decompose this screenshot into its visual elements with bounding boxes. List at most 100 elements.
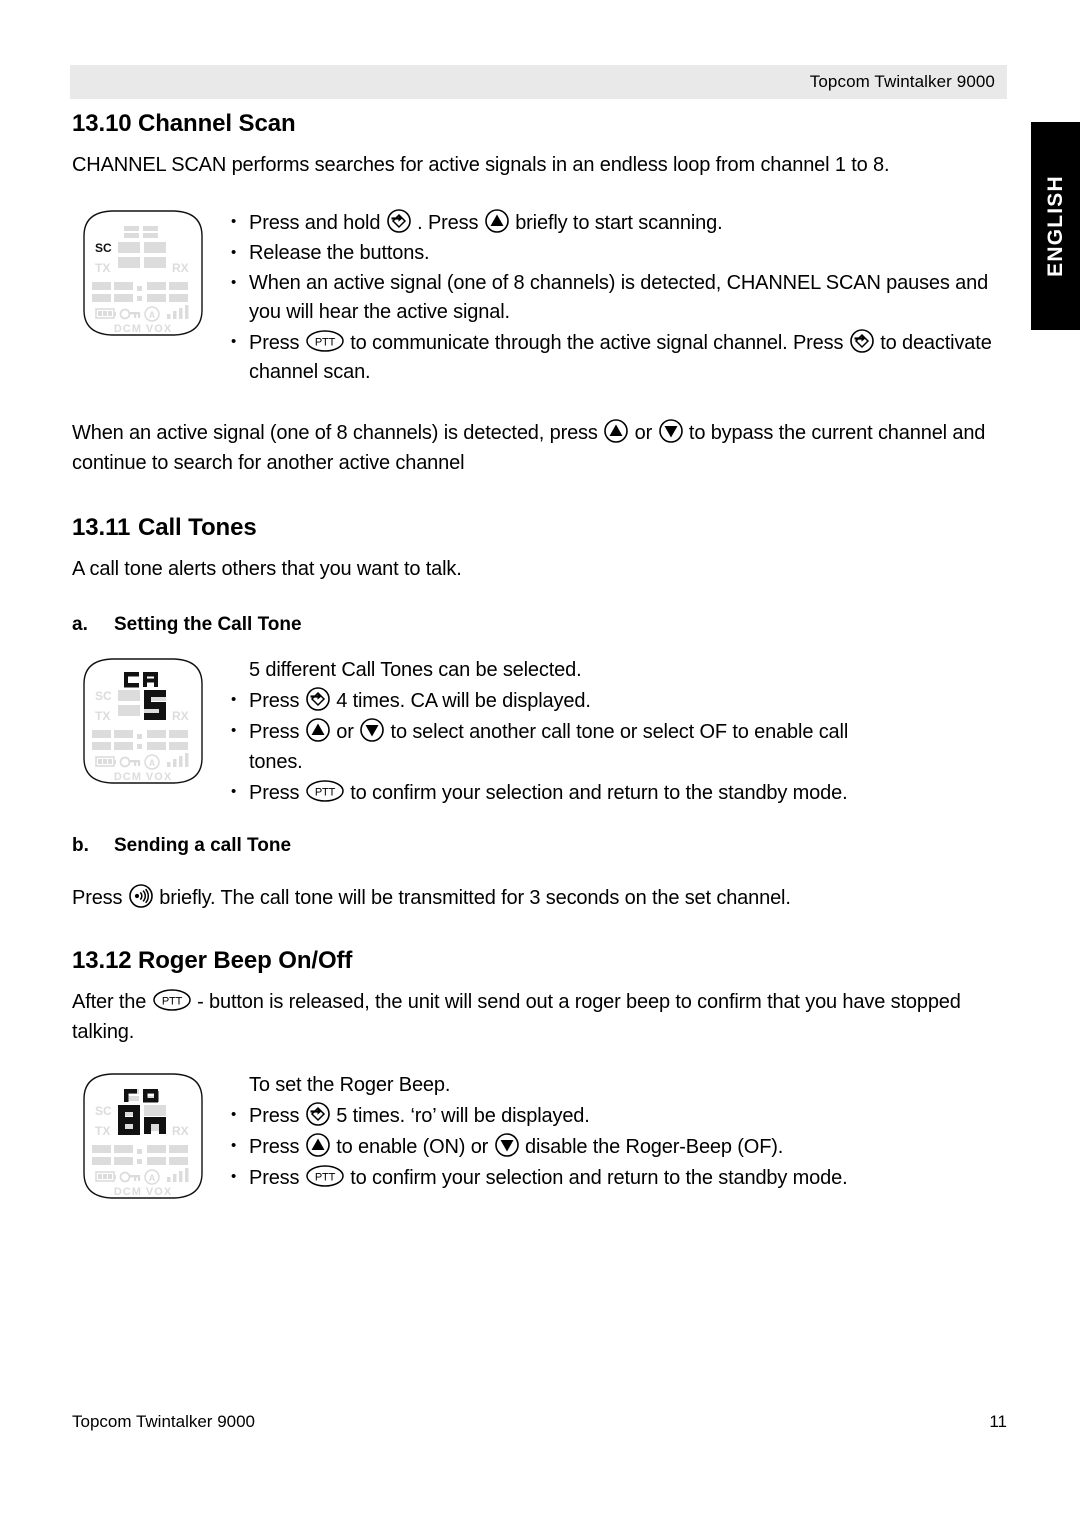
list-item: Press PTT to confirm your selection and … [227, 777, 1007, 808]
lcd-label-rx: RX [172, 261, 189, 275]
ptt-button-icon[interactable]: PTT [305, 1163, 345, 1189]
subsection-letter: a. [72, 614, 88, 635]
bullet-text: Press and hold [249, 212, 381, 234]
menu-scan-button-icon[interactable] [305, 1101, 331, 1127]
svg-text:PTT: PTT [162, 996, 183, 1008]
bullet-text: 5 different Call Tones can be selected. [249, 659, 582, 681]
lcd-label-dcm-vox: DCM VOX [114, 771, 172, 783]
channel-scan-instructions: Press and hold . Press [227, 206, 1007, 388]
lcd-label-rx: RX [172, 1124, 189, 1138]
roger-beep-bullet-list: To set the Roger Beep. Press 5 times. ‘r… [227, 1071, 1007, 1193]
roger-beep-display: SC TX RX A DCM VOX [83, 1073, 203, 1199]
lcd-label-tx: TX [95, 1124, 110, 1138]
bullet-text: Press [249, 1136, 300, 1158]
bullet-text: or [336, 721, 354, 743]
subsection-heading-setting-call-tone: a. Setting the Call Tone [72, 614, 1007, 636]
call-tone-bullet-list: 5 different Call Tones can be selected. … [227, 656, 1007, 808]
lcd-label-rx: RX [172, 709, 189, 723]
lcd-wrap-call-tone: SC TX RX A DCM VOX [72, 654, 227, 794]
channel-scan-figure-row: SC TX RX A DCM VOX • Press and hold . Pr… [72, 206, 1007, 388]
sending-call-tone-paragraph: Press briefly. The call tone will be tra… [72, 883, 1007, 913]
lcd-label-sc: SC [95, 241, 112, 255]
bullet-text: to enable (ON) or [336, 1136, 489, 1158]
subsection-letter: b. [72, 835, 89, 856]
call-tone-button-icon[interactable] [128, 883, 154, 909]
svg-text:PTT: PTT [315, 787, 336, 799]
up-arrow-button-icon[interactable] [603, 418, 629, 444]
paragraph-text: After the [72, 991, 147, 1013]
paragraph-text: - button is released, the unit will send… [72, 991, 961, 1043]
bullet-text: Press [249, 332, 300, 354]
bullet-text: to confirm your selection and return to … [350, 1167, 848, 1189]
page-content: 13.10 Channel Scan CHANNEL SCAN performs … [72, 110, 1007, 1209]
down-arrow-button-icon[interactable] [658, 418, 684, 444]
down-arrow-button-icon[interactable] [494, 1132, 520, 1158]
bullet-text: Press [249, 1105, 300, 1127]
lcd-label-sc: SC [95, 689, 112, 703]
menu-scan-button-icon[interactable] [386, 208, 412, 234]
menu-scan-button-icon[interactable] [849, 328, 875, 354]
bullet-text: to confirm your selection and return to … [350, 782, 848, 804]
lcd-wrap-roger-beep: SC TX RX A DCM VOX [72, 1069, 227, 1209]
lcd-label-dcm-vox: DCM VOX [114, 323, 172, 335]
subsection-title: Sending a call Tone [114, 835, 292, 856]
bullet-text: Press [249, 690, 300, 712]
roger-beep-intro: After the PTT - button is released, the … [72, 987, 1007, 1047]
down-arrow-button-icon[interactable] [359, 717, 385, 743]
section-title: Channel Scan [138, 110, 296, 137]
svg-text:A: A [149, 310, 156, 320]
call-tones-intro: A call tone alerts others that you want … [72, 558, 462, 580]
call-tone-instructions: 5 different Call Tones can be selected. … [227, 654, 1007, 809]
section-number: 13.11 [72, 514, 131, 541]
list-item: Release the buttons. [227, 238, 1007, 268]
roger-beep-figure-row: SC TX RX A DCM VOX To set the Roger Beep… [72, 1069, 1007, 1209]
channel-scan-outro: When an active signal (one of 8 channels… [72, 418, 1007, 478]
list-item: Press 4 times. CA will be displayed. [227, 685, 1007, 716]
lcd-label-tx: TX [95, 261, 110, 275]
up-arrow-button-icon[interactable] [484, 208, 510, 234]
list-item: Press PTT to confirm your selection and … [227, 1162, 1007, 1193]
bullet-text: . Press [417, 212, 479, 234]
bullet-text: Press [249, 721, 300, 743]
ptt-button-icon[interactable]: PTT [305, 328, 345, 354]
bullet-text: briefly to start scanning. [515, 212, 723, 234]
channel-scan-bullet-list: Press and hold . Press [227, 207, 1007, 387]
section-heading-channel-scan: 13.10 Channel Scan [72, 110, 1007, 138]
bullet-text: To set the Roger Beep. [249, 1074, 451, 1096]
list-item: When an active signal (one of 8 channels… [227, 268, 1007, 327]
call-tone-figure-row: SC TX RX A DCM VOX 5 different Call Tone… [72, 654, 1007, 809]
bullet-text: Press [249, 782, 300, 804]
lcd-label-sc: SC [95, 1104, 112, 1118]
up-arrow-button-icon[interactable] [305, 1132, 331, 1158]
page-header-band: Topcom Twintalker 9000 [70, 65, 1007, 99]
paragraph-text: briefly. The call tone will be transmitt… [159, 887, 791, 909]
menu-scan-button-icon[interactable] [305, 686, 331, 712]
page-footer: 11 Topcom Twintalker 9000 [72, 1412, 1007, 1432]
subsection-title: Setting the Call Tone [114, 614, 302, 635]
bullet-text: tones. [249, 751, 303, 773]
header-title: Topcom Twintalker 9000 [809, 72, 995, 91]
call-tone-display: SC TX RX A DCM VOX [83, 658, 203, 784]
ptt-button-icon[interactable]: PTT [305, 778, 345, 804]
list-item: Press 5 times. ‘ro’ will be displayed. [227, 1100, 1007, 1131]
section-title: Call Tones [138, 514, 257, 541]
section-heading-call-tones: 13.11 Call Tones [72, 514, 1007, 542]
section-title: Roger Beep On/Off [138, 947, 353, 974]
ptt-button-icon[interactable]: PTT [152, 987, 192, 1013]
bullet-text: disable the Roger-Beep (OF). [525, 1136, 784, 1158]
bullet-text: 5 times. ‘ro’ will be displayed. [336, 1105, 590, 1127]
paragraph-text: Press [72, 887, 123, 909]
lcd-label-tx: TX [95, 709, 110, 723]
list-item: Press and hold . Press [227, 207, 1007, 238]
bullet-text: Release the buttons. [249, 242, 430, 264]
language-tab-english: ENGLISH [1031, 122, 1080, 330]
up-arrow-button-icon[interactable] [305, 717, 331, 743]
section-number: 13.12 [72, 947, 132, 974]
bullet-text: 4 times. CA will be displayed. [336, 690, 591, 712]
roger-beep-instructions: To set the Roger Beep. Press 5 times. ‘r… [227, 1069, 1007, 1194]
bullet-text: Press [249, 1167, 300, 1189]
list-item: Press PTT to communicate through the act… [227, 327, 1007, 387]
section-number: 13.10 [72, 110, 132, 137]
list-item-continuation: tones. [227, 748, 1007, 777]
bullet-text: to communicate through the active signal… [350, 332, 844, 354]
